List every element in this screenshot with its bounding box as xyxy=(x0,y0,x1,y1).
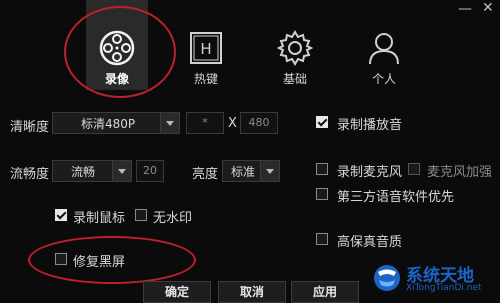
chevron-down-icon xyxy=(112,161,131,181)
clarity-select-value: 标清480P xyxy=(81,117,136,131)
gear-icon xyxy=(277,30,313,66)
clarity-label: 清晰度 xyxy=(10,120,50,135)
highlight-oval-fix-black-screen xyxy=(28,236,196,284)
height-field[interactable]: 480 xyxy=(240,112,278,134)
record-cursor-label: 录制鼠标 xyxy=(73,211,126,226)
tab-personal[interactable]: 个人 xyxy=(353,0,415,90)
mic-boost-label: 麦克风加强 xyxy=(427,165,493,180)
third-party-voice-label: 第三方语音软件优先 xyxy=(337,190,455,205)
svg-text:H: H xyxy=(200,40,211,58)
globe-logo-icon xyxy=(374,265,400,291)
fluency-label: 流畅度 xyxy=(10,167,50,182)
tab-basic-label: 基础 xyxy=(282,72,307,86)
brightness-select[interactable]: 标准 xyxy=(222,160,280,182)
record-cursor-checkbox[interactable] xyxy=(55,209,67,221)
record-mic-checkbox[interactable] xyxy=(316,163,328,175)
fluency-select-value: 流畅 xyxy=(71,165,96,179)
logo-url: XiTongTianDi.net xyxy=(406,283,482,293)
fps-value: 20 xyxy=(143,164,157,177)
no-watermark-label: 无水印 xyxy=(153,211,193,226)
close-button[interactable]: ✕ xyxy=(482,1,494,15)
site-watermark-logo: 系统天地 XiTongTianDi.net xyxy=(372,260,492,296)
chevron-down-icon xyxy=(260,161,279,181)
brightness-select-value: 标准 xyxy=(231,165,256,179)
no-watermark-checkbox[interactable] xyxy=(135,209,147,221)
person-icon xyxy=(369,33,399,65)
tab-basic[interactable]: 基础 xyxy=(264,0,326,90)
width-field[interactable]: * xyxy=(186,112,224,134)
record-mic-label: 录制麦克风 xyxy=(337,165,403,180)
hifi-audio-checkbox[interactable] xyxy=(316,233,328,245)
chevron-down-icon xyxy=(160,113,179,133)
width-value: * xyxy=(202,116,208,129)
record-playback-audio-checkbox[interactable] xyxy=(316,116,328,128)
tab-hotkey[interactable]: H 热键 xyxy=(175,0,237,90)
fluency-select[interactable]: 流畅 xyxy=(52,160,132,182)
hifi-audio-label: 高保真音质 xyxy=(337,235,403,250)
fps-field[interactable]: 20 xyxy=(136,160,164,182)
dimension-separator: X xyxy=(228,116,237,131)
minimize-button[interactable]: — xyxy=(458,2,472,16)
tab-hotkey-label: 热键 xyxy=(193,72,218,86)
third-party-voice-checkbox[interactable] xyxy=(316,188,328,200)
highlight-oval-record-tab xyxy=(64,6,176,98)
clarity-select[interactable]: 标清480P xyxy=(52,112,180,134)
tab-personal-label: 个人 xyxy=(371,72,396,86)
hotkey-h-icon: H xyxy=(190,32,222,64)
record-playback-audio-label: 录制播放音 xyxy=(337,118,403,133)
brightness-label: 亮度 xyxy=(192,167,219,182)
height-value: 480 xyxy=(248,116,270,129)
mic-boost-checkbox[interactable] xyxy=(408,163,420,175)
